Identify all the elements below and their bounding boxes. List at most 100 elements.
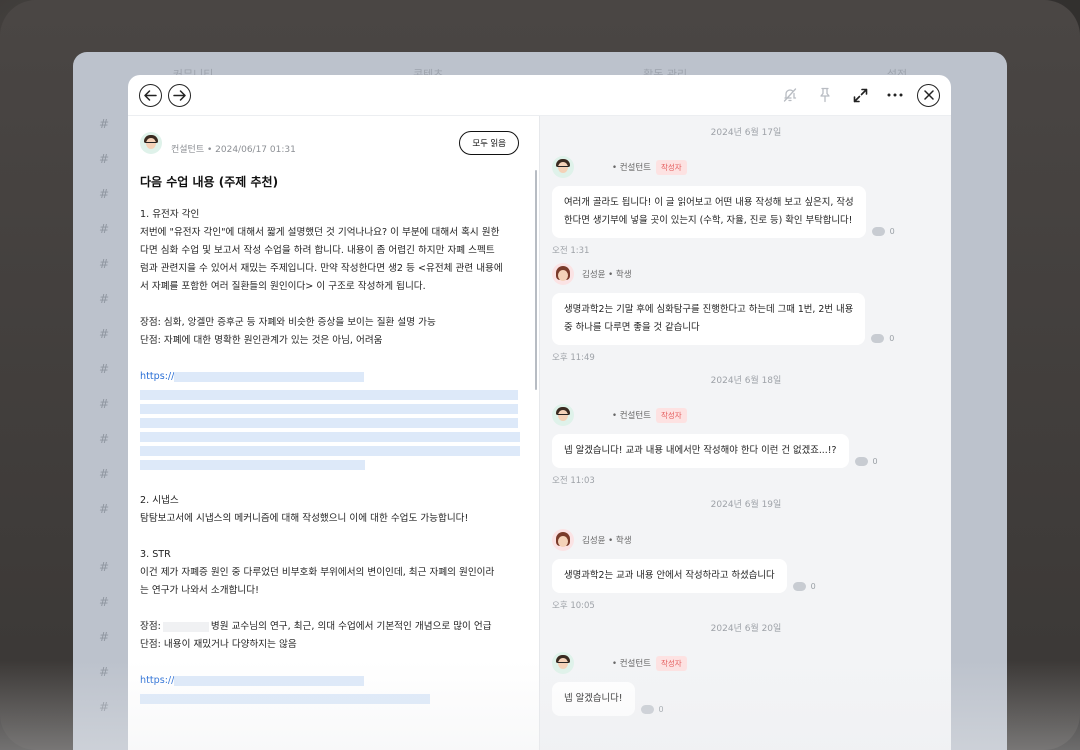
hash-icon: # bbox=[99, 327, 110, 341]
comment-time: 오전 11:03 bbox=[552, 476, 595, 486]
hash-icon: # bbox=[99, 397, 110, 411]
reaction-button[interactable]: 0 bbox=[871, 227, 895, 236]
comment: • 컨설턴트 작성자 여러개 골라도 됩니다! 이 글 읽어보고 어떤 내용 작… bbox=[552, 156, 895, 256]
section-title: 1. 유전자 각인 bbox=[140, 209, 200, 220]
cons-line: 단점: 자폐에 대한 명확한 원인관계가 있는 것은 아님, 어려움 bbox=[140, 335, 383, 346]
redacted-link-line bbox=[140, 446, 520, 456]
section-title: 3. STR bbox=[140, 548, 171, 560]
bell-off-icon bbox=[783, 88, 797, 102]
reaction-count: 0 bbox=[889, 334, 895, 343]
comment-bubble[interactable]: 여러개 골라도 됩니다! 이 글 읽어보고 어떤 내용 작성해 보고 싶은지, … bbox=[552, 186, 866, 238]
back-button[interactable] bbox=[139, 83, 162, 107]
hash-icon: # bbox=[99, 665, 110, 679]
date-separator: 2024년 6월 17일 bbox=[710, 128, 782, 138]
comment-bubble[interactable]: 넵 알겠습니다! bbox=[552, 682, 635, 716]
reaction-button[interactable]: 0 bbox=[792, 582, 816, 591]
reaction-count: 0 bbox=[889, 227, 895, 236]
scrollbar[interactable] bbox=[535, 170, 537, 390]
hash-icon: # bbox=[99, 187, 110, 201]
comment: • 컨설턴트 작성자 넵 알겠습니다! 0 bbox=[552, 652, 687, 716]
redacted-link-line bbox=[140, 390, 518, 400]
mute-notification-button[interactable] bbox=[779, 84, 801, 106]
comment-bubble[interactable]: 생명과학2는 기말 후에 심화탐구를 진행한다고 하는데 그때 1번, 2번 내… bbox=[552, 293, 866, 345]
section-title: 2. 시냅스 bbox=[140, 494, 179, 506]
post-content-pane: 컨설턴트 • 2024/06/17 01:31 모두 읽음 다음 수업 내용 (… bbox=[128, 116, 539, 750]
pin-icon bbox=[820, 87, 830, 103]
reaction-count: 0 bbox=[872, 457, 878, 466]
pin-button[interactable] bbox=[814, 84, 836, 106]
avatar bbox=[552, 156, 574, 178]
expand-button[interactable] bbox=[849, 84, 871, 106]
paragraph-line: 는 연구가 나와서 소개합니다! bbox=[140, 584, 259, 596]
date-separator: 2024년 6월 19일 bbox=[710, 500, 782, 510]
comment-bubble[interactable]: 생명과학2는 교과 내용 안에서 작성하라고 하셨습니다 bbox=[552, 559, 787, 593]
avatar bbox=[552, 529, 574, 551]
forward-button[interactable] bbox=[168, 83, 191, 107]
link[interactable]: https:// bbox=[140, 672, 174, 690]
hash-icon: # bbox=[99, 432, 110, 446]
comments-pane: 2024년 6월 17일 • 컨설턴트 작성자 여러개 골라도 됩니다! 이 글… bbox=[539, 116, 951, 750]
pros-line: 장점: 심화, 앙겔만 증후군 등 자폐와 비슷한 증상을 보이는 질환 설명 … bbox=[140, 317, 436, 328]
comment-bubble[interactable]: 넵 알겠습니다! 교과 내용 내에서만 작성해야 한다 이런 건 없겠죠...!… bbox=[552, 434, 849, 468]
post-author: 컨설턴트 • 2024/06/17 01:31 모두 읽음 bbox=[140, 131, 520, 155]
reaction-count: 0 bbox=[810, 582, 816, 591]
hash-icon: # bbox=[99, 152, 110, 166]
close-button[interactable] bbox=[917, 83, 940, 107]
read-all-button[interactable]: 모두 읽음 bbox=[459, 131, 519, 155]
avatar bbox=[552, 652, 574, 674]
author-tag: 작성자 bbox=[656, 655, 687, 671]
redacted-link-line bbox=[140, 693, 430, 704]
redacted-text bbox=[162, 621, 209, 632]
comment-text: 넵 알겠습니다! 교과 내용 내에서만 작성해야 한다 이런 건 없겠죠...!… bbox=[564, 445, 837, 456]
paragraph-line: 다면 심화 수업 및 보고서 작성 수업을 하려 합니다. 내용이 좀 어렵긴 … bbox=[140, 245, 495, 256]
date-separator: 2024년 6월 20일 bbox=[710, 624, 782, 634]
hash-icon: # bbox=[99, 502, 110, 516]
comment-text: 한다면 생기부에 넣을 곳이 있는지 (수학, 자율, 진로 등) 확인 부탁합… bbox=[564, 215, 853, 226]
hash-icon: # bbox=[99, 560, 110, 574]
close-icon bbox=[923, 90, 934, 100]
paragraph-line: 저번에 "유전자 각인"에 대해서 짧게 설명했던 것 기억나나요? 이 부분에… bbox=[140, 227, 500, 238]
post-title: 다음 수업 내용 (주제 추천) bbox=[140, 175, 279, 189]
redacted-link-line bbox=[140, 404, 518, 414]
cons-line: 단점: 내용이 재밌거나 다양하지는 않음 bbox=[140, 638, 297, 650]
avatar bbox=[552, 263, 574, 285]
post-body: 1. 유전자 각인 저번에 "유전자 각인"에 대해서 짧게 설명했던 것 기억… bbox=[140, 206, 520, 704]
comment-author: 김성윤 • 학생 bbox=[582, 536, 632, 546]
redacted-link-line bbox=[140, 432, 520, 442]
more-button[interactable] bbox=[884, 84, 906, 106]
reaction-button[interactable]: 0 bbox=[854, 457, 878, 466]
reaction-button[interactable]: 0 bbox=[871, 334, 894, 343]
comment-author: • 컨설턴트 bbox=[612, 411, 651, 421]
redacted-link bbox=[174, 372, 365, 382]
link[interactable]: https:// bbox=[140, 368, 174, 386]
arrow-left-icon bbox=[144, 89, 157, 101]
redacted-link bbox=[174, 675, 365, 686]
comment-text: 여러개 골라도 됩니다! 이 글 읽어보고 어떤 내용 작성해 보고 싶은지, … bbox=[564, 197, 854, 208]
comment-text: 중 하나를 다루면 좋을 것 같습니다 bbox=[564, 322, 700, 333]
reaction-icon bbox=[871, 334, 885, 343]
comment-text: 생명과학2는 교과 내용 안에서 작성하라고 하셨습니다 bbox=[564, 570, 775, 581]
paragraph-line: 이건 제가 자폐증 원인 중 다루었던 비부호화 부위에서의 변이인데, 최근 … bbox=[140, 566, 495, 578]
hash-icon: # bbox=[99, 362, 110, 376]
author-tag: 작성자 bbox=[656, 407, 687, 423]
hash-icon: # bbox=[99, 700, 110, 714]
modal-toolbar bbox=[128, 75, 951, 116]
hash-icon: # bbox=[99, 292, 110, 306]
reaction-button[interactable]: 0 bbox=[640, 705, 664, 714]
hash-icon: # bbox=[99, 630, 110, 644]
hash-icon: # bbox=[99, 595, 110, 609]
paragraph-line: 서 자폐를 포함한 여러 질환들의 원인이다> 이 구조로 작성하게 됩니다. bbox=[140, 281, 426, 292]
arrow-right-icon bbox=[173, 89, 186, 101]
hash-icon: # bbox=[99, 117, 110, 131]
more-icon bbox=[887, 93, 903, 97]
post-detail-modal: 컨설턴트 • 2024/06/17 01:31 모두 읽음 다음 수업 내용 (… bbox=[128, 75, 951, 750]
reaction-icon bbox=[871, 227, 885, 236]
avatar bbox=[552, 404, 574, 426]
comment-time: 오후 10:05 bbox=[552, 601, 595, 611]
pros-line: 병원 교수님의 연구, 최근, 의대 수업에서 기본적인 개념으로 많이 언급 bbox=[210, 620, 492, 632]
comment: 김성윤 • 학생 생명과학2는 교과 내용 안에서 작성하라고 하셨습니다 0 … bbox=[552, 529, 816, 611]
comment-text: 넵 알겠습니다! bbox=[564, 693, 623, 704]
reaction-count: 0 bbox=[658, 705, 664, 714]
author-tag: 작성자 bbox=[656, 159, 687, 175]
comment-author: 김성윤 • 학생 bbox=[582, 270, 632, 280]
